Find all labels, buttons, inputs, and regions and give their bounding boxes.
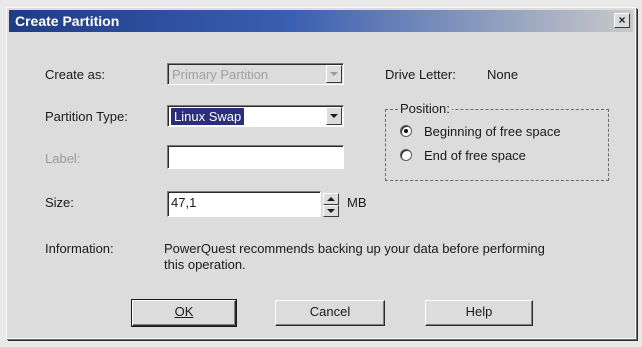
spin-up-icon[interactable] (323, 193, 339, 205)
radio-end-label: End of free space (424, 148, 526, 163)
partition-type-value: Linux Swap (171, 108, 245, 125)
create-partition-dialog: Create Partition × Create as: Primary Pa… (6, 7, 636, 339)
size-input-value: 47,1 (171, 195, 197, 210)
create-as-value: Primary Partition (172, 67, 269, 82)
ok-button-label: OK (174, 304, 194, 319)
create-as-dropdown-icon (326, 65, 342, 83)
position-group-title: Position: (398, 101, 452, 116)
radio-unchecked-icon[interactable] (400, 149, 412, 161)
label-input[interactable] (167, 145, 344, 169)
create-as-label: Create as: (45, 67, 105, 82)
close-button[interactable]: × (614, 13, 630, 28)
radio-checked-icon[interactable] (400, 125, 412, 137)
dialog-title: Create Partition (15, 13, 120, 29)
size-unit: MB (347, 195, 367, 210)
help-button-label: Help (465, 304, 493, 319)
create-as-combo: Primary Partition (167, 63, 344, 85)
title-bar[interactable]: Create Partition × (9, 10, 633, 32)
size-label: Size: (45, 195, 74, 210)
size-input[interactable]: 47,1 (167, 191, 321, 217)
information-label: Information: (45, 241, 114, 256)
cancel-button[interactable]: Cancel (275, 300, 385, 326)
position-group: Position: Beginning of free space End of… (385, 101, 609, 181)
spin-down-icon[interactable] (323, 205, 339, 217)
partition-type-combo[interactable]: Linux Swap (167, 105, 344, 127)
close-icon: × (618, 13, 626, 27)
radio-beginning-label: Beginning of free space (424, 124, 561, 139)
help-button[interactable]: Help (425, 300, 533, 326)
drive-letter-value: None (487, 67, 519, 82)
cancel-button-label: Cancel (309, 304, 351, 319)
drive-letter-label: Drive Letter: (385, 67, 456, 82)
partition-type-label: Partition Type: (45, 109, 128, 124)
partition-type-dropdown-button[interactable] (326, 107, 342, 125)
label-field-label: Label: (45, 151, 81, 166)
information-text-line1: PowerQuest recommends backing up your da… (164, 241, 545, 256)
information-text-line2: this operation. (164, 257, 246, 272)
size-spinner[interactable] (323, 193, 339, 217)
ok-button[interactable]: OK (131, 299, 237, 327)
